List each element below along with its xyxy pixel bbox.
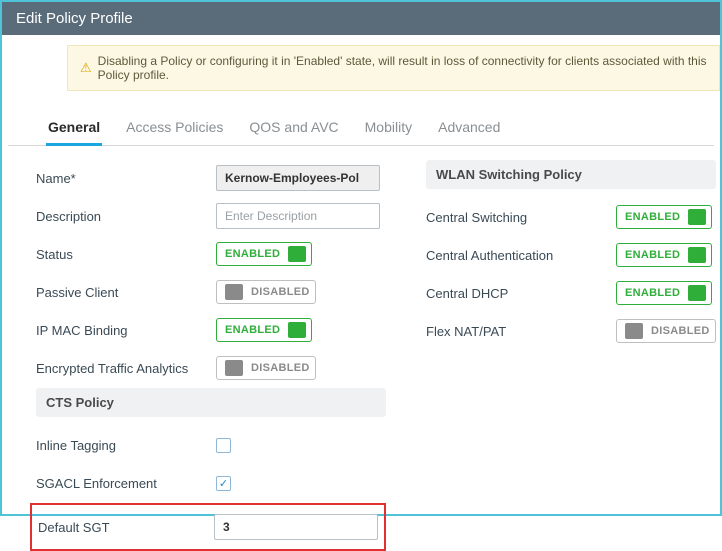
- default-sgt-highlight: Default SGT: [30, 503, 386, 551]
- toggle-text: DISABLED: [651, 325, 710, 337]
- toggle-text: ENABLED: [625, 249, 680, 261]
- default-sgt-input[interactable]: [214, 514, 378, 540]
- toggle-knob-icon: [288, 322, 306, 338]
- toggle-text: ENABLED: [625, 287, 680, 299]
- default-sgt-label: Default SGT: [34, 520, 214, 535]
- central-dhcp-toggle[interactable]: ENABLED: [616, 281, 712, 305]
- left-column: Name* Description Status ENABLED Passive…: [36, 160, 386, 551]
- passive-client-label: Passive Client: [36, 285, 216, 300]
- warning-icon: ⚠: [80, 60, 92, 76]
- tab-advanced[interactable]: Advanced: [436, 119, 502, 145]
- central-auth-toggle[interactable]: ENABLED: [616, 243, 712, 267]
- toggle-knob-icon: [225, 284, 243, 300]
- toggle-text: DISABLED: [251, 286, 310, 298]
- warning-text: Disabling a Policy or configuring it in …: [98, 54, 707, 82]
- central-switching-toggle[interactable]: ENABLED: [616, 205, 712, 229]
- status-toggle[interactable]: ENABLED: [216, 242, 312, 266]
- warning-banner: ⚠ Disabling a Policy or configuring it i…: [67, 45, 720, 91]
- description-label: Description: [36, 209, 216, 224]
- flex-nat-pat-label: Flex NAT/PAT: [426, 324, 616, 339]
- toggle-text: ENABLED: [225, 248, 280, 260]
- tab-bar: General Access Policies QOS and AVC Mobi…: [8, 91, 714, 146]
- central-auth-label: Central Authentication: [426, 248, 616, 263]
- toggle-knob-icon: [688, 209, 706, 225]
- name-input[interactable]: [216, 165, 380, 191]
- description-input[interactable]: [216, 203, 380, 229]
- encrypted-traffic-label: Encrypted Traffic Analytics: [36, 361, 216, 376]
- window-title: Edit Policy Profile: [2, 2, 720, 35]
- toggle-text: DISABLED: [251, 362, 310, 374]
- tab-mobility[interactable]: Mobility: [363, 119, 414, 145]
- toggle-knob-icon: [688, 247, 706, 263]
- right-column: WLAN Switching Policy Central Switching …: [426, 160, 716, 551]
- toggle-knob-icon: [288, 246, 306, 262]
- flex-nat-pat-toggle[interactable]: DISABLED: [616, 319, 716, 343]
- toggle-text: ENABLED: [225, 324, 280, 336]
- cts-policy-header: CTS Policy: [36, 388, 386, 417]
- toggle-text: ENABLED: [625, 211, 680, 223]
- sgacl-enforcement-label: SGACL Enforcement: [36, 476, 216, 491]
- tab-access-policies[interactable]: Access Policies: [124, 119, 225, 145]
- name-label: Name*: [36, 171, 216, 186]
- tab-qos-avc[interactable]: QOS and AVC: [247, 119, 340, 145]
- status-label: Status: [36, 247, 216, 262]
- ip-mac-binding-label: IP MAC Binding: [36, 323, 216, 338]
- toggle-knob-icon: [688, 285, 706, 301]
- toggle-knob-icon: [625, 323, 643, 339]
- tab-general[interactable]: General: [46, 119, 102, 146]
- passive-client-toggle[interactable]: DISABLED: [216, 280, 316, 304]
- central-switching-label: Central Switching: [426, 210, 616, 225]
- inline-tagging-checkbox[interactable]: [216, 438, 231, 453]
- ip-mac-binding-toggle[interactable]: ENABLED: [216, 318, 312, 342]
- central-dhcp-label: Central DHCP: [426, 286, 616, 301]
- wlan-switching-header: WLAN Switching Policy: [426, 160, 716, 189]
- toggle-knob-icon: [225, 360, 243, 376]
- sgacl-enforcement-checkbox[interactable]: ✓: [216, 476, 231, 491]
- encrypted-traffic-toggle[interactable]: DISABLED: [216, 356, 316, 380]
- inline-tagging-label: Inline Tagging: [36, 438, 216, 453]
